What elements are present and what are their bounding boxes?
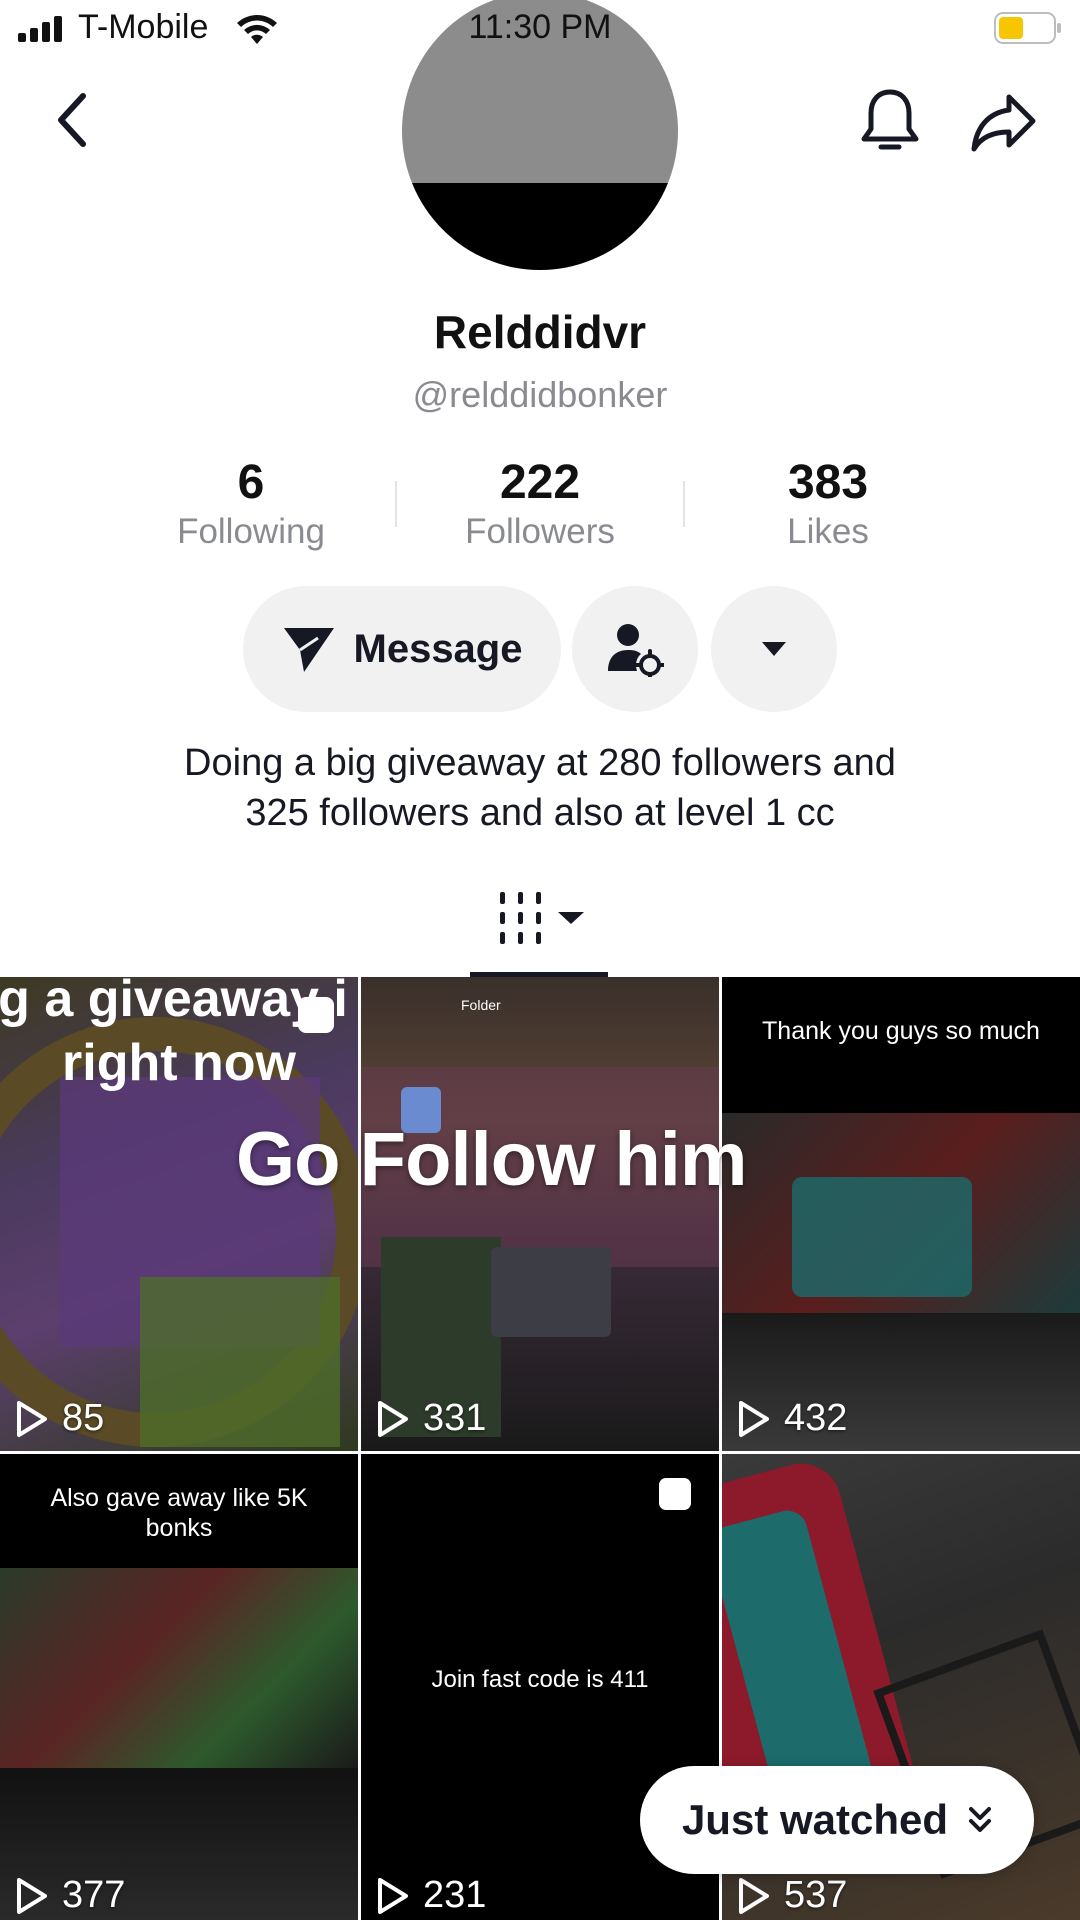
multi-photo-icon xyxy=(659,1478,691,1510)
view-count: 85 xyxy=(16,1397,104,1440)
follow-settings-button[interactable] xyxy=(572,586,698,712)
share-button[interactable] xyxy=(964,82,1044,162)
display-name: Relddidvr xyxy=(433,306,647,358)
message-button[interactable]: Message xyxy=(243,586,561,712)
stat-following[interactable]: 6 Following xyxy=(121,455,381,553)
signal-icon xyxy=(18,16,62,42)
video-thumbnail[interactable]: Also gave away like 5K bonks 377 xyxy=(0,1454,358,1920)
profile-stats: 6 Following 222 Followers 383 Likes xyxy=(0,455,1080,555)
view-count-value: 537 xyxy=(784,1874,848,1916)
double-chevron-down-icon xyxy=(969,1807,992,1832)
view-count-value: 377 xyxy=(62,1874,126,1916)
wifi-icon xyxy=(237,15,277,44)
video-thumbnail[interactable]: Folder 331 xyxy=(361,977,719,1451)
video-caption: bonks xyxy=(145,1514,213,1542)
username: @relddidbonker xyxy=(412,374,668,415)
bell-icon xyxy=(861,89,919,150)
video-caption: Folder xyxy=(461,997,501,1013)
notifications-button[interactable] xyxy=(852,82,928,162)
view-count: 331 xyxy=(377,1397,486,1440)
stat-divider xyxy=(395,481,397,527)
stat-label: Following xyxy=(177,512,325,551)
chevron-left-icon xyxy=(58,93,86,147)
clock: 11:30 PM xyxy=(468,8,612,46)
view-count: 537 xyxy=(738,1874,847,1917)
multi-photo-icon xyxy=(298,997,334,1033)
message-label: Message xyxy=(353,626,523,671)
stat-value: 6 xyxy=(237,456,265,509)
stat-followers[interactable]: 222 Followers xyxy=(410,455,670,553)
play-icon xyxy=(17,1877,47,1914)
caret-down-icon xyxy=(762,642,786,656)
carrier-name: T-Mobile xyxy=(78,8,209,46)
view-count: 377 xyxy=(16,1874,125,1917)
send-icon xyxy=(283,628,334,672)
stat-divider xyxy=(683,481,685,527)
videos-grid-tab-icon[interactable] xyxy=(498,892,588,944)
video-caption: Join fast code is 411 xyxy=(431,1666,649,1693)
video-thumbnail[interactable]: g a giveaway i right now 85 xyxy=(0,977,358,1451)
bio: Doing a big giveaway at 280 followers an… xyxy=(0,738,1080,838)
back-button[interactable] xyxy=(40,80,106,160)
user-settings-icon xyxy=(608,624,664,677)
bio-line: Doing a big giveaway at 280 followers an… xyxy=(184,742,896,784)
stat-value: 383 xyxy=(787,456,869,509)
play-icon xyxy=(17,1400,47,1437)
video-caption: Thank you guys so much xyxy=(762,1017,1040,1045)
play-icon xyxy=(378,1400,408,1437)
just-watched-label: Just watched xyxy=(681,1796,949,1843)
more-options-button[interactable] xyxy=(711,586,837,712)
view-count-value: 85 xyxy=(62,1397,105,1439)
battery-icon xyxy=(994,12,1061,44)
overlay-caption: Go Follow him xyxy=(236,1117,748,1202)
video-thumbnail[interactable]: Thank you guys so much 432 xyxy=(722,977,1080,1451)
stat-likes[interactable]: 383 Likes xyxy=(698,455,958,553)
just-watched-button[interactable]: Just watched xyxy=(640,1766,1034,1874)
stat-label: Followers xyxy=(465,512,615,551)
view-count-value: 331 xyxy=(423,1397,487,1439)
share-arrow-icon xyxy=(971,94,1036,152)
stat-value: 222 xyxy=(499,456,581,509)
view-count-value: 231 xyxy=(423,1874,487,1916)
video-caption: Also gave away like 5K xyxy=(50,1484,308,1512)
view-count-value: 432 xyxy=(784,1397,848,1439)
play-icon xyxy=(378,1877,408,1914)
view-count: 432 xyxy=(738,1397,847,1440)
video-caption: right now xyxy=(62,1034,296,1092)
bio-line: 325 followers and also at level 1 cc xyxy=(245,792,835,834)
stat-label: Likes xyxy=(787,512,869,551)
play-icon xyxy=(739,1877,769,1914)
view-count: 231 xyxy=(377,1874,486,1917)
play-icon xyxy=(739,1400,769,1437)
